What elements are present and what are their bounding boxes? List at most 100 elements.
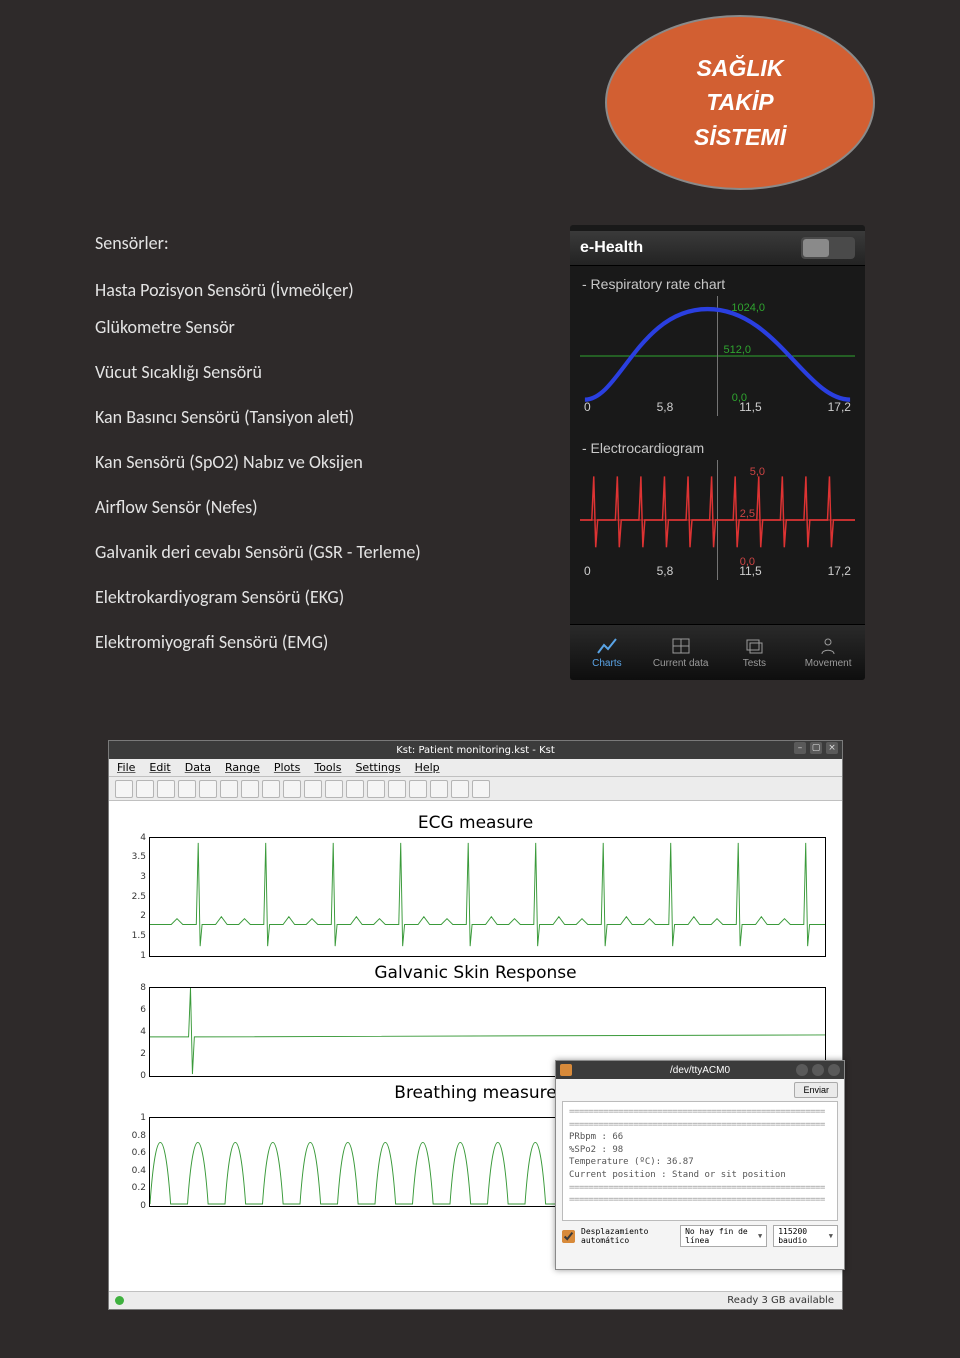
xtick-label: 17,2 [828,564,851,578]
toolbar-icon[interactable] [241,780,259,798]
status-text: Ready 3 GB available [727,1295,834,1306]
toolbar-icon[interactable] [325,780,343,798]
window-title: Kst: Patient monitoring.kst - Kst [396,745,555,756]
toolbar-icon[interactable] [409,780,427,798]
list-item: Airflow Sensör (Nefes) [95,494,545,521]
line-ending-select[interactable]: No hay fin de línea▼ [680,1225,767,1247]
toggle-switch[interactable] [801,237,855,259]
ecg-plot[interactable]: 4 3.5 3 2.5 2 1.5 1 [149,837,826,957]
toolbar-icon[interactable] [430,780,448,798]
xtick-label: 11,5 [739,400,761,414]
xtick-label: 17,2 [828,400,851,414]
ytick-label: 512,0 [723,344,751,356]
status-indicator-icon [115,1296,124,1305]
y-axis-labels: 1 0.8 0.6 0.4 0.2 0 [122,1118,148,1206]
list-item: Vücut Sıcaklığı Sensörü [95,359,545,386]
output-line: Temperature (ºC): 36.87 [569,1156,831,1169]
phone-header: e-Health [570,231,865,266]
close-icon[interactable] [828,1064,840,1076]
sensor-list-heading: Sensörler: [95,230,545,257]
toolbar-icon[interactable] [451,780,469,798]
menu-range[interactable]: Range [225,761,260,774]
phone-section-title: - Respiratory rate chart [570,266,865,296]
menu-bar: File Edit Data Range Plots Tools Setting… [109,759,842,777]
ecg-chart: 5,0 2,5 0,0 0 5,8 11,5 17,2 [580,460,855,580]
xtick-label: 0 [584,564,591,578]
toolbar-icon[interactable] [346,780,364,798]
menu-edit[interactable]: Edit [149,761,170,774]
toolbar-icon[interactable] [472,780,490,798]
sensor-list: Sensörler: Hasta Pozisyon Sensörü (İvmeö… [95,230,545,666]
tab-charts[interactable]: Charts [570,625,644,680]
maximize-icon[interactable]: ▢ [810,742,822,754]
respiratory-chart: 1024,0 512,0 0,0 0 5,8 11,5 17,2 [580,296,855,416]
chart-icon [597,637,617,655]
list-item: Galvanik deri cevabı Sensörü (GSR - Terl… [95,539,545,566]
list-item: Elektromiyografi Sensörü (EMG) [95,629,545,656]
plot-title: ECG measure [119,813,832,833]
minimize-icon[interactable]: – [794,742,806,754]
terminal-title: /dev/ttyACM0 [670,1065,730,1076]
phone-section-title: - Electrocardiogram [570,430,865,460]
toolbar-icon[interactable] [367,780,385,798]
menu-help[interactable]: Help [415,761,440,774]
xtick-label: 5,8 [657,400,674,414]
phone-screenshot: e-Health - Respiratory rate chart 1024,0… [570,225,865,680]
xtick-label: 0 [584,400,591,414]
person-icon [818,637,838,655]
layers-icon [744,637,764,655]
menu-data[interactable]: Data [185,761,211,774]
menu-settings[interactable]: Settings [355,761,400,774]
toolbar-icon[interactable] [220,780,238,798]
title-badge: SAĞLIK TAKİP SİSTEMİ [605,15,875,190]
toolbar-icon[interactable] [136,780,154,798]
list-item: Elektrokardiyogram Sensörü (EKG) [95,584,545,611]
list-item: Hasta Pozisyon Sensörü (İvmeölçer) [95,277,545,304]
autoscroll-checkbox[interactable] [562,1230,575,1243]
toolbar-icon[interactable] [283,780,301,798]
menu-plots[interactable]: Plots [274,761,300,774]
tab-current-data[interactable]: Current data [644,625,718,680]
tab-movement[interactable]: Movement [791,625,865,680]
plot-title: Galvanic Skin Response [119,963,832,983]
menu-tools[interactable]: Tools [314,761,341,774]
toolbar-icon[interactable] [199,780,217,798]
app-title: e-Health [580,239,643,257]
window-titlebar[interactable]: Kst: Patient monitoring.kst - Kst – ▢ × [109,741,842,759]
tab-label: Charts [592,658,621,669]
toolbar-icon[interactable] [115,780,133,798]
toolbar-icon[interactable] [304,780,322,798]
autoscroll-label: Desplazamiento automático [581,1227,674,1245]
output-line: PRbpm : 66 [569,1131,831,1144]
tab-tests[interactable]: Tests [718,625,792,680]
y-axis-labels: 4 3.5 3 2.5 2 1.5 1 [122,838,148,956]
terminal-titlebar[interactable]: /dev/ttyACM0 [556,1061,844,1079]
list-item: Kan Basıncı Sensörü (Tansiyon aleti) [95,404,545,431]
y-axis-labels: 8 6 4 2 0 [122,988,148,1076]
send-button[interactable]: Enviar [794,1082,838,1098]
toolbar-icon[interactable] [388,780,406,798]
phone-tab-bar: Charts Current data Tests Movement [570,624,865,680]
list-item: Kan Sensörü (SpO2) Nabız ve Oksijen [95,449,545,476]
xtick-label: 5,8 [657,564,674,578]
output-line: %SPo2 : 98 [569,1144,831,1157]
menu-file[interactable]: File [117,761,135,774]
badge-line: TAKİP [706,85,773,120]
ytick-label: 2,5 [740,508,755,520]
toolbar-icon[interactable] [262,780,280,798]
minimize-icon[interactable] [796,1064,808,1076]
serial-output[interactable]: ========================================… [562,1101,838,1221]
ytick-label: 5,0 [750,466,765,478]
xtick-label: 11,5 [739,564,761,578]
baud-select[interactable]: 115200 baudio▼ [773,1225,838,1247]
list-item: Glükometre Sensör [95,314,545,341]
maximize-icon[interactable] [812,1064,824,1076]
output-line: Current position : Stand or sit position [569,1169,831,1182]
close-icon[interactable]: × [826,742,838,754]
toolbar [109,777,842,801]
toolbar-icon[interactable] [178,780,196,798]
tab-label: Current data [653,658,709,669]
toolbar-icon[interactable] [157,780,175,798]
badge-line: SİSTEMİ [694,120,786,155]
tab-label: Movement [805,658,852,669]
